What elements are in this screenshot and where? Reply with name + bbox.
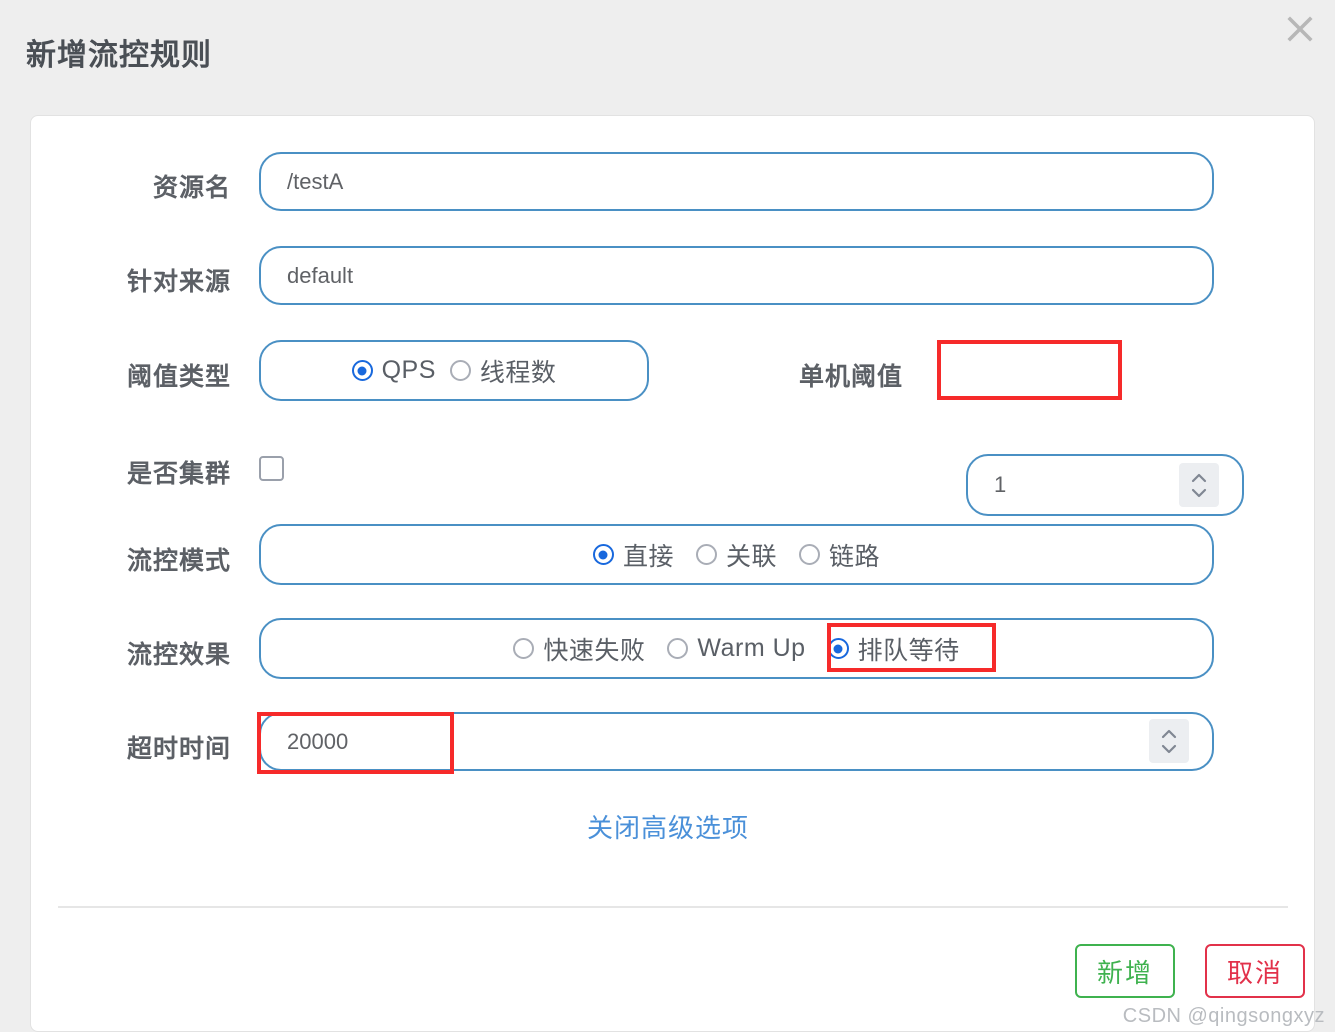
toggle-advanced-options-link[interactable]: 关闭高级选项 xyxy=(587,808,749,845)
radio-flow-effect-fast-fail[interactable]: 快速失败 xyxy=(513,631,645,667)
confirm-button[interactable]: 新增 xyxy=(1075,944,1175,998)
label-flow-effect: 流控效果 xyxy=(126,641,231,669)
flow-effect-radio-group[interactable]: 快速失败 Warm Up 排队等待 xyxy=(259,618,1214,679)
radio-label: Warm Up xyxy=(697,634,806,662)
chevron-up-icon xyxy=(1191,473,1207,482)
dialog-header: 新增流控规则 xyxy=(0,0,1335,112)
radio-mark-icon xyxy=(799,544,820,565)
cluster-checkbox[interactable] xyxy=(259,456,284,481)
label-resource: 资源名 xyxy=(152,174,231,202)
resource-name-field[interactable] xyxy=(285,167,1188,196)
radio-flow-mode-associated[interactable]: 关联 xyxy=(695,537,777,573)
radio-label: 直接 xyxy=(622,542,674,571)
radio-mark-icon xyxy=(351,360,373,381)
limit-app-input[interactable] xyxy=(259,246,1214,305)
radio-label: 链路 xyxy=(829,542,881,571)
radio-flow-mode-direct[interactable]: 直接 xyxy=(592,537,674,573)
single-threshold-stepper[interactable] xyxy=(1179,463,1219,507)
label-timeout: 超时时间 xyxy=(126,735,231,763)
footer-divider xyxy=(58,906,1288,908)
flow-mode-radio-group[interactable]: 直接 关联 链路 xyxy=(259,524,1214,585)
close-icon[interactable] xyxy=(1279,8,1321,50)
radio-mark-icon xyxy=(592,544,614,565)
form-card: 资源名 针对来源 阈值类型 QPS 线程数 xyxy=(30,115,1315,1032)
radio-label: 关联 xyxy=(725,542,777,571)
label-threshold-type: 阈值类型 xyxy=(126,363,231,391)
radio-label: QPS xyxy=(381,356,436,384)
label-single-threshold: 单机阈值 xyxy=(798,363,903,391)
chevron-up-icon xyxy=(1161,729,1177,738)
resource-name-input[interactable] xyxy=(259,152,1214,211)
page-title: 新增流控规则 xyxy=(26,39,212,72)
radio-mark-icon xyxy=(667,638,689,659)
radio-label: 排队等待 xyxy=(857,636,960,665)
radio-mark-icon xyxy=(827,638,849,659)
limit-app-field[interactable] xyxy=(285,261,1188,290)
radio-threshold-threads[interactable]: 线程数 xyxy=(449,353,557,389)
chevron-down-icon xyxy=(1191,488,1207,497)
radio-threshold-qps[interactable]: QPS xyxy=(351,356,436,385)
radio-mark-icon xyxy=(695,544,717,565)
watermark: CSDN @qingsongxyz xyxy=(1122,1005,1325,1027)
radio-flow-mode-chain[interactable]: 链路 xyxy=(799,537,880,573)
radio-label: 线程数 xyxy=(479,358,557,387)
threshold-type-radio-group[interactable]: QPS 线程数 xyxy=(259,340,649,401)
label-cluster: 是否集群 xyxy=(126,460,231,488)
label-limit-app: 针对来源 xyxy=(126,268,231,296)
cancel-button[interactable]: 取消 xyxy=(1205,944,1305,998)
radio-mark-icon xyxy=(513,638,535,659)
radio-mark-icon xyxy=(449,360,471,381)
timeout-stepper[interactable] xyxy=(1149,719,1189,763)
radio-flow-effect-queue-wait[interactable]: 排队等待 xyxy=(827,631,960,667)
timeout-field[interactable] xyxy=(285,727,1188,756)
add-flow-rule-dialog: 新增流控规则 资源名 针对来源 阈值类型 xyxy=(0,0,1335,1032)
chevron-down-icon xyxy=(1161,744,1177,753)
timeout-input[interactable] xyxy=(259,712,1214,771)
radio-flow-effect-warm-up[interactable]: Warm Up xyxy=(667,634,805,663)
radio-label: 快速失败 xyxy=(543,636,646,665)
label-flow-mode: 流控模式 xyxy=(126,547,231,575)
